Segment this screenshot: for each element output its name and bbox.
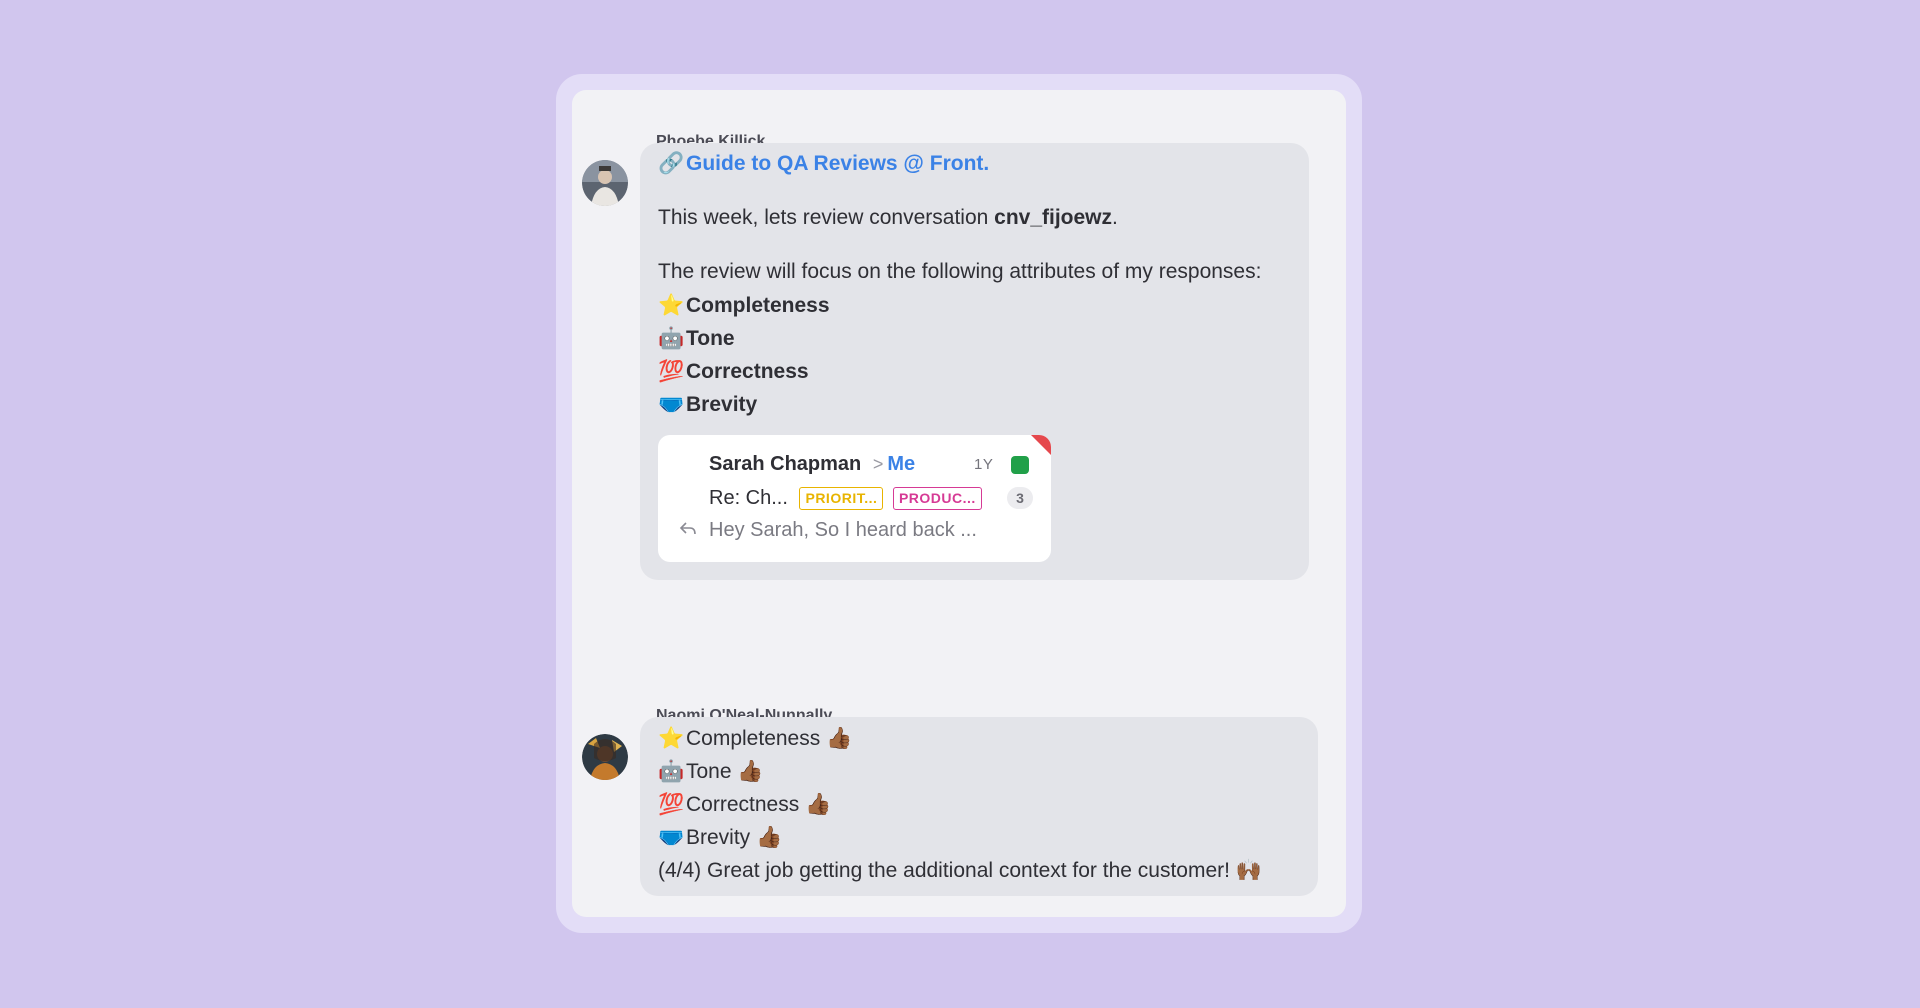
message-bubble: ⭐Completeness 👍🏾 🤖Tone 👍🏾 💯Correctness 👍… — [640, 717, 1318, 896]
link-icon: 🔗 — [658, 151, 685, 175]
rating-label: Correctness — [686, 793, 800, 816]
thumbs-up-icon: 👍🏾 — [805, 792, 832, 816]
conversation-frame: Phoebe Killick 🔗Guide to QA Reviews @ Fr… — [556, 74, 1362, 933]
thumbs-up-icon: 👍🏾 — [756, 825, 783, 849]
card-from: Sarah Chapman — [709, 453, 862, 475]
rating-completeness: ⭐Completeness 👍🏾 — [658, 724, 852, 753]
intro-suffix: . — [1112, 206, 1118, 229]
priority-corner-flag — [1031, 435, 1051, 455]
thumbs-up-icon: 👍🏾 — [737, 759, 764, 783]
card-header: Sarah Chapman > Me — [709, 451, 915, 477]
attribute-label: Correctness — [686, 360, 809, 383]
card-age: 1Y — [974, 456, 994, 473]
attribute-brevity: 🩲Brevity — [658, 390, 757, 419]
intro-text: This week, lets review conversation cnv_… — [658, 204, 1118, 232]
star-icon: ⭐ — [658, 726, 685, 750]
robot-icon: 🤖 — [658, 326, 685, 350]
focus-text: The review will focus on the following a… — [658, 260, 1262, 283]
robot-icon: 🤖 — [658, 759, 685, 783]
chevron-right-icon: > — [872, 454, 884, 474]
avatar[interactable] — [582, 160, 628, 206]
attribute-completeness: ⭐Completeness — [658, 291, 830, 320]
rating-label: Completeness — [686, 727, 821, 750]
rating-label: Brevity — [686, 826, 751, 849]
hundred-points-icon: 💯 — [658, 359, 685, 383]
rating-correctness: 💯Correctness 👍🏾 — [658, 790, 831, 819]
rating-label: Tone — [686, 760, 732, 783]
briefs-icon: 🩲 — [658, 825, 685, 849]
attribute-label: Tone — [686, 327, 735, 350]
intro-prefix: This week, lets review conversation — [658, 206, 995, 229]
star-icon: ⭐ — [658, 293, 685, 317]
attribute-correctness: 💯Correctness — [658, 357, 809, 386]
attribute-label: Brevity — [686, 393, 758, 416]
review-summary: (4/4) Great job getting the additional c… — [658, 856, 1262, 885]
attribute-label: Completeness — [686, 294, 830, 317]
message-count-badge: 3 — [1007, 487, 1033, 509]
summary-text: (4/4) Great job getting the additional c… — [658, 859, 1230, 882]
card-to: Me — [887, 453, 916, 475]
raised-hands-icon: 🙌🏾 — [1235, 858, 1262, 882]
conversation-id: cnv_fijoewz — [994, 206, 1113, 229]
reply-icon — [678, 520, 698, 543]
guide-link-text[interactable]: Guide to QA Reviews @ Front. — [686, 152, 989, 175]
avatar[interactable] — [582, 734, 628, 780]
card-subject: Re: Ch... — [709, 487, 788, 509]
tag-priority[interactable]: PRIORIT... — [799, 487, 884, 511]
tag-product[interactable]: PRODUC... — [892, 487, 982, 511]
message-panel: Phoebe Killick 🔗Guide to QA Reviews @ Fr… — [572, 90, 1346, 917]
thumbs-up-icon: 👍🏾 — [826, 726, 853, 750]
card-preview: Hey Sarah, So I heard back ... — [709, 519, 977, 541]
conversation-card[interactable]: Sarah Chapman > Me 1Y Re: Ch... PRIORIT..… — [658, 435, 1051, 562]
guide-link[interactable]: 🔗Guide to QA Reviews @ Front. — [658, 149, 989, 178]
message-bubble: 🔗Guide to QA Reviews @ Front. This week,… — [640, 143, 1309, 580]
rating-brevity: 🩲Brevity 👍🏾 — [658, 823, 782, 852]
hundred-points-icon: 💯 — [658, 792, 685, 816]
card-subject-row: Re: Ch... PRIORIT... PRODUC... — [709, 485, 982, 511]
briefs-icon: 🩲 — [658, 392, 685, 416]
status-indicator — [1011, 456, 1029, 474]
rating-tone: 🤖Tone 👍🏾 — [658, 757, 764, 786]
attribute-tone: 🤖Tone — [658, 324, 735, 353]
